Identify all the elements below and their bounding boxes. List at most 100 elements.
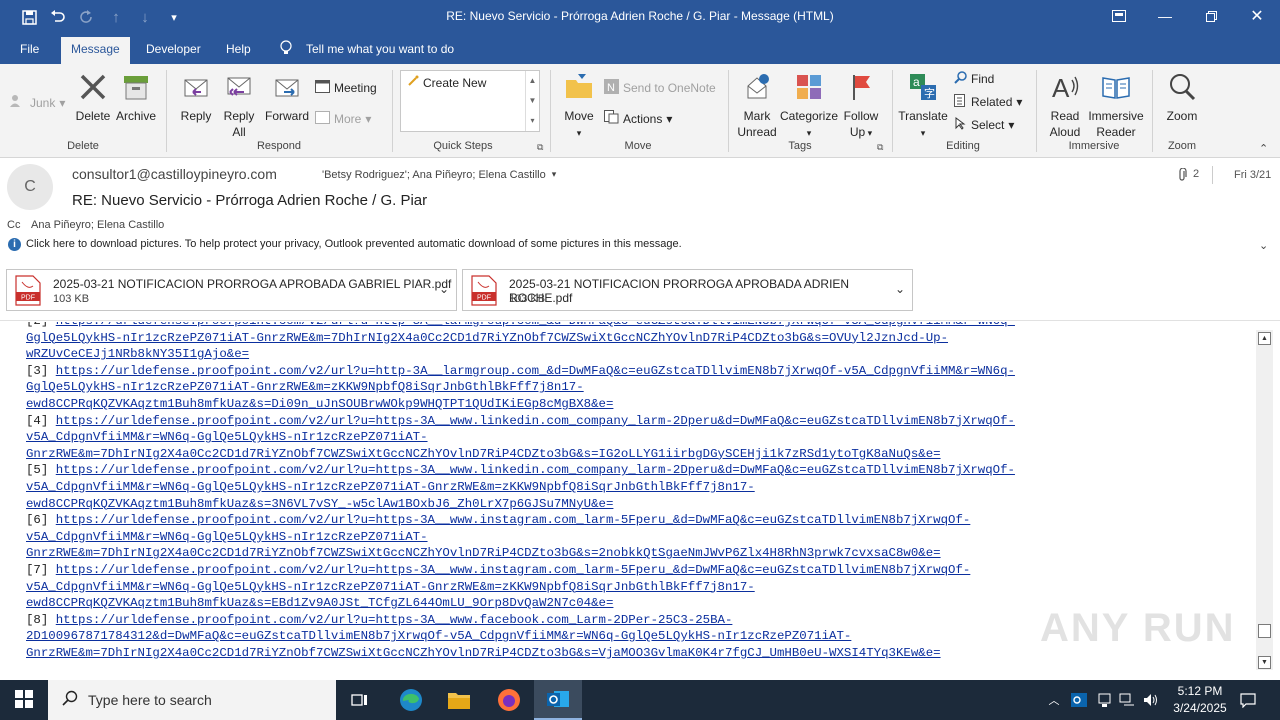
network-icon[interactable] xyxy=(1116,680,1138,720)
edge-browser-icon[interactable] xyxy=(390,680,432,720)
recipients-expand-icon[interactable]: ▾ xyxy=(552,169,557,181)
tell-me-search[interactable]: Tell me what you want to do xyxy=(306,42,454,56)
system-clock[interactable]: 5:12 PM 3/24/2025 xyxy=(1160,683,1240,717)
scrollbar-thumb[interactable] xyxy=(1258,624,1271,638)
quick-steps-dialog-launcher-icon[interactable]: ⧉ xyxy=(537,142,543,153)
tab-message[interactable]: Message xyxy=(61,37,130,64)
zoom-button[interactable]: Zoom xyxy=(1160,72,1204,124)
move-folder-icon xyxy=(560,72,598,106)
hyperlink[interactable]: https://urldefense.proofpoint.com/v2/url… xyxy=(56,463,1015,477)
delete-button[interactable]: Delete xyxy=(75,72,111,124)
hyperlink[interactable]: https://urldefense.proofpoint.com/v2/url… xyxy=(56,513,971,527)
hyperlink[interactable]: ewd8CCPRqKQZVKAqztm1Buh8mfkUaz&s=EBd1Zv9… xyxy=(26,596,613,610)
quick-steps-gallery[interactable]: Create New ▲ ▼ ▾ xyxy=(400,70,540,132)
quick-step-create-new[interactable]: Create New xyxy=(407,75,486,90)
divider xyxy=(1212,166,1213,184)
hyperlink[interactable]: GnrzRWE&m=7DhIrNIg2X4a0Cc2CD1d7RiYZnObf7… xyxy=(26,546,941,560)
firefox-icon[interactable] xyxy=(486,680,532,720)
mark-unread-button[interactable]: Mark Unread xyxy=(733,72,781,140)
hyperlink[interactable]: https://urldefense.proofpoint.com/v2/url… xyxy=(56,613,733,627)
taskbar-search[interactable]: Type here to search xyxy=(48,680,336,720)
more-respond-button[interactable]: More ▾ xyxy=(315,110,371,127)
meeting-button[interactable]: Meeting xyxy=(315,79,377,96)
vertical-scrollbar[interactable] xyxy=(1256,330,1273,670)
actions-icon xyxy=(604,110,619,127)
hyperlink[interactable]: GglQe5LQykHS-nIr1zcRzePZ071iAT-GnrzRWE&m… xyxy=(26,331,948,345)
hyperlink[interactable]: https://urldefense.proofpoint.com/v2/url… xyxy=(56,414,1015,428)
hyperlink[interactable]: https://urldefense.proofpoint.com/v2/url… xyxy=(56,563,971,577)
immersive-reader-button[interactable]: Immersive Reader xyxy=(1086,72,1146,140)
maximize-button[interactable] xyxy=(1188,0,1234,32)
separator xyxy=(1036,70,1037,152)
file-explorer-icon[interactable] xyxy=(438,680,480,720)
hyperlink[interactable]: GnrzRWE&m=7DhIrNIg2X4a0Cc2CD1d7RiYZnObf7… xyxy=(26,447,941,461)
outlook-tray-icon[interactable] xyxy=(1068,680,1090,720)
scroll-up-arrow-icon[interactable]: ▲ xyxy=(1258,332,1271,345)
attachment-item[interactable]: PDF 2025-03-21 NOTIFICACION PRORROGA APR… xyxy=(462,269,913,311)
attachment-item[interactable]: PDF 2025-03-21 NOTIFICACION PRORROGA APR… xyxy=(6,269,457,311)
send-to-onenote-button[interactable]: N Send to OneNote xyxy=(604,79,716,97)
move-button[interactable]: Move ▾ xyxy=(560,72,598,141)
tags-dialog-launcher-icon[interactable]: ⧉ xyxy=(877,142,883,153)
search-placeholder: Type here to search xyxy=(88,692,212,708)
network-device-icon[interactable] xyxy=(1093,680,1115,720)
attachment-menu-chevron-icon[interactable]: ⌄ xyxy=(895,282,905,296)
archive-button[interactable]: Archive xyxy=(114,72,158,124)
task-view-icon[interactable] xyxy=(342,680,378,720)
pdf-file-icon: PDF xyxy=(15,275,41,311)
translate-button[interactable]: a字 Translate ▾ xyxy=(898,72,948,141)
volume-icon[interactable] xyxy=(1140,680,1162,720)
show-hidden-icons-chevron-icon[interactable]: ︿ xyxy=(1044,680,1064,720)
hyperlink[interactable]: GglQe5LQykHS-nIr1zcRzePZ071iAT-GnrzRWE&m… xyxy=(26,380,584,394)
collapse-ribbon-icon[interactable]: ⌃ xyxy=(1259,142,1268,155)
tab-help[interactable]: Help xyxy=(226,42,251,56)
follow-up-button[interactable]: Follow Up ▾ xyxy=(841,72,881,141)
tab-file[interactable]: File xyxy=(20,42,39,56)
lightbulb-icon xyxy=(279,40,293,59)
sender-address[interactable]: consultor1@castilloypineyro.com xyxy=(72,166,277,182)
reference-number: [2] xyxy=(26,322,56,328)
info-bar[interactable]: i Click here to download pictures. To he… xyxy=(0,234,1280,254)
close-button[interactable]: ✕ xyxy=(1234,0,1280,32)
hyperlink[interactable]: ewd8CCPRqKQZVKAqztm1Buh8mfkUaz&s=Di09n_u… xyxy=(26,397,613,411)
outlook-taskbar-icon[interactable] xyxy=(534,680,582,720)
flag-icon xyxy=(841,72,881,106)
scroll-down-arrow-icon[interactable]: ▼ xyxy=(1258,656,1271,669)
read-aloud-button[interactable]: A Read Aloud xyxy=(1044,72,1086,140)
hyperlink[interactable]: wRZUvCeCEJj1NRb8kNY35I1gAjo&e= xyxy=(26,347,249,361)
ribbon-display-options-icon[interactable] xyxy=(1096,0,1142,32)
related-button[interactable]: Related ▾ xyxy=(954,94,1022,110)
hyperlink[interactable]: v5A_CdpgnVfiiMM&r=WN6q-GglQe5LQykHS-nIr1… xyxy=(26,480,755,494)
attachment-menu-chevron-icon[interactable]: ⌄ xyxy=(439,282,449,296)
reply-button[interactable]: Reply xyxy=(178,72,214,124)
forward-button[interactable]: Forward xyxy=(264,72,310,124)
actions-button[interactable]: Actions ▾ xyxy=(604,110,672,127)
notifications-icon[interactable] xyxy=(1236,680,1260,720)
junk-button[interactable]: Junk ▾ xyxy=(10,94,65,111)
recipients[interactable]: 'Betsy Rodriguez'; Ana Piñeyro; Elena Ca… xyxy=(322,169,556,181)
categorize-button[interactable]: Categorize ▾ xyxy=(779,72,839,141)
hyperlink[interactable]: https://urldefense.proofpoint.com/v2/url… xyxy=(56,364,1015,378)
reply-all-button[interactable]: Reply All xyxy=(221,72,257,140)
hyperlink[interactable]: v5A_CdpgnVfiiMM&r=WN6q-GglQe5LQykHS-nIr1… xyxy=(26,530,428,544)
tab-developer[interactable]: Developer xyxy=(146,42,201,56)
body-link-line: ewd8CCPRqKQZVKAqztm1Buh8mfkUaz&s=3N6VL7v… xyxy=(26,496,1246,513)
select-button[interactable]: Select ▾ xyxy=(954,117,1014,133)
cc-recipients[interactable]: Ana Piñeyro; Elena Castillo xyxy=(31,219,164,231)
hyperlink[interactable]: ewd8CCPRqKQZVKAqztm1Buh8mfkUaz&s=3N6VL7v… xyxy=(26,497,613,511)
hyperlink[interactable]: https://urldefense.proofpoint.com/v2/url… xyxy=(56,322,1015,328)
hyperlink[interactable]: 2D100967871784312&d=DwMFaQ&c=euGZstcaTDl… xyxy=(26,629,851,643)
reference-number: [5] xyxy=(26,463,56,478)
reference-number: [3] xyxy=(26,363,56,378)
find-icon xyxy=(954,71,967,87)
minimize-button[interactable]: — xyxy=(1142,0,1188,32)
create-new-icon xyxy=(407,75,419,90)
body-link-line: [2] https://urldefense.proofpoint.com/v2… xyxy=(26,322,1246,330)
info-bar-expand-icon[interactable]: ⌄ xyxy=(1259,239,1268,252)
quick-steps-scroll[interactable]: ▲ ▼ ▾ xyxy=(525,71,539,131)
hyperlink[interactable]: GnrzRWE&m=7DhIrNIg2X4a0Cc2CD1d7RiYZnObf7… xyxy=(26,646,941,660)
start-button[interactable] xyxy=(0,680,48,720)
hyperlink[interactable]: v5A_CdpgnVfiiMM&r=WN6q-GglQe5LQykHS-nIr1… xyxy=(26,580,755,594)
find-button[interactable]: Find xyxy=(954,71,994,87)
hyperlink[interactable]: v5A_CdpgnVfiiMM&r=WN6q-GglQe5LQykHS-nIr1… xyxy=(26,430,428,444)
